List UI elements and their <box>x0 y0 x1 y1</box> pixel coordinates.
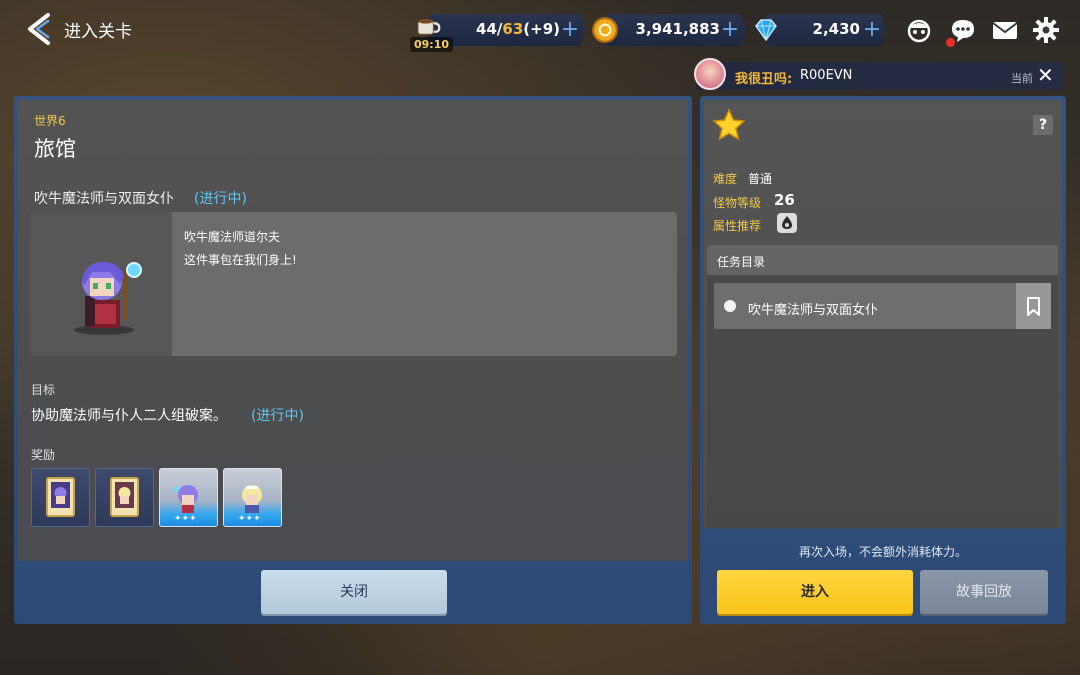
speaker-portrait <box>30 212 172 356</box>
dialog-line: 这件事包在我们身上! <box>184 253 297 267</box>
add-gold-button[interactable]: + <box>720 15 740 45</box>
stamina-timer: 09:10 <box>410 37 454 52</box>
bookmark-button[interactable] <box>1016 283 1051 329</box>
diamond-gem-icon <box>755 19 777 42</box>
mission-item-label: 吹牛魔法师与双面女仆 <box>748 303 879 318</box>
companion-close-button[interactable]: ✕ <box>1037 63 1054 87</box>
companion-id: R00EVN <box>800 68 853 83</box>
difficulty-value: 普通 <box>748 172 773 186</box>
goal-text: 协助魔法师与仆人二人组破案。 <box>31 408 227 424</box>
add-gem-button[interactable]: + <box>862 15 882 45</box>
reward-card-2[interactable] <box>95 468 154 527</box>
reward-hero-2[interactable]: ✦✦✦ <box>223 468 282 527</box>
wizard-hero-icon: ✦✦✦ <box>173 485 198 524</box>
water-attribute-icon <box>777 213 797 233</box>
goal-label: 目标 <box>31 383 56 397</box>
reward-label: 奖励 <box>31 448 56 462</box>
mission-header: 任务目录 <box>717 255 766 269</box>
help-button[interactable]: ? <box>1033 115 1053 135</box>
maid-hero-icon: ✦✦✦ <box>238 485 262 524</box>
back-arrow-icon <box>28 13 50 45</box>
reward-hero-1[interactable]: ✦✦✦ <box>159 468 218 527</box>
gold-coin-icon <box>592 17 618 43</box>
mail-icon[interactable] <box>991 16 1019 44</box>
quest-title: 吹牛魔法师与双面女仆 <box>34 191 174 207</box>
quest-status: (进行中) <box>194 191 247 207</box>
stamina-current: 44 <box>476 20 497 38</box>
goal-status: (进行中) <box>251 408 304 424</box>
monster-level-value: 26 <box>774 191 795 209</box>
stamina-bonus: (+9) <box>523 20 560 38</box>
speaker-name: 吹牛魔法师道尔夫 <box>184 230 281 244</box>
monster-level-label: 怪物等级 <box>713 196 762 210</box>
add-stamina-button[interactable]: + <box>560 15 580 45</box>
mission-status-dot <box>724 300 736 312</box>
close-button[interactable]: 关闭 <box>261 570 447 614</box>
reentry-note: 再次入场，不会额外消耗体力。 <box>798 545 967 559</box>
top-bar: 进入关卡 09:10 44/63(+9) + 3,941,883 + 2,430… <box>0 0 1080 60</box>
gold-value: 3,941,883 <box>635 20 720 38</box>
notification-dot <box>946 38 955 47</box>
coffee-cup-icon <box>417 19 441 36</box>
companion-avatar[interactable] <box>694 58 726 90</box>
star-icon <box>712 108 746 141</box>
difficulty-label: 难度 <box>713 172 738 186</box>
world-label: 世界6 <box>34 114 66 128</box>
attribute-label: 属性推荐 <box>713 219 762 233</box>
reward-card-1[interactable] <box>31 468 90 527</box>
bookmark-icon <box>1027 297 1040 316</box>
svg-text:✦✦✦: ✦✦✦ <box>238 514 261 524</box>
gear-icon[interactable] <box>1032 16 1060 44</box>
back-button[interactable] <box>24 12 54 46</box>
stamina-value: 44/63(+9) <box>476 20 560 38</box>
stamina-total: 63 <box>502 20 524 38</box>
story-replay-button[interactable]: 故事回放 <box>920 570 1048 614</box>
svg-text:✦✦✦: ✦✦✦ <box>174 514 197 524</box>
character-card-icon <box>110 477 139 517</box>
friends-icon[interactable] <box>905 16 933 44</box>
companion-name: 我很丑吗: <box>735 72 793 87</box>
dialog-box <box>30 212 677 356</box>
wizard-character-image <box>74 262 142 335</box>
page-title: 进入关卡 <box>64 22 132 42</box>
character-card-icon <box>46 477 75 517</box>
companion-current-label: 当前 <box>1011 72 1033 85</box>
stage-name: 旅馆 <box>34 137 76 161</box>
gem-value: 2,430 <box>812 20 860 38</box>
enter-button[interactable]: 进入 <box>717 570 913 614</box>
stage-info-panel <box>14 96 692 624</box>
